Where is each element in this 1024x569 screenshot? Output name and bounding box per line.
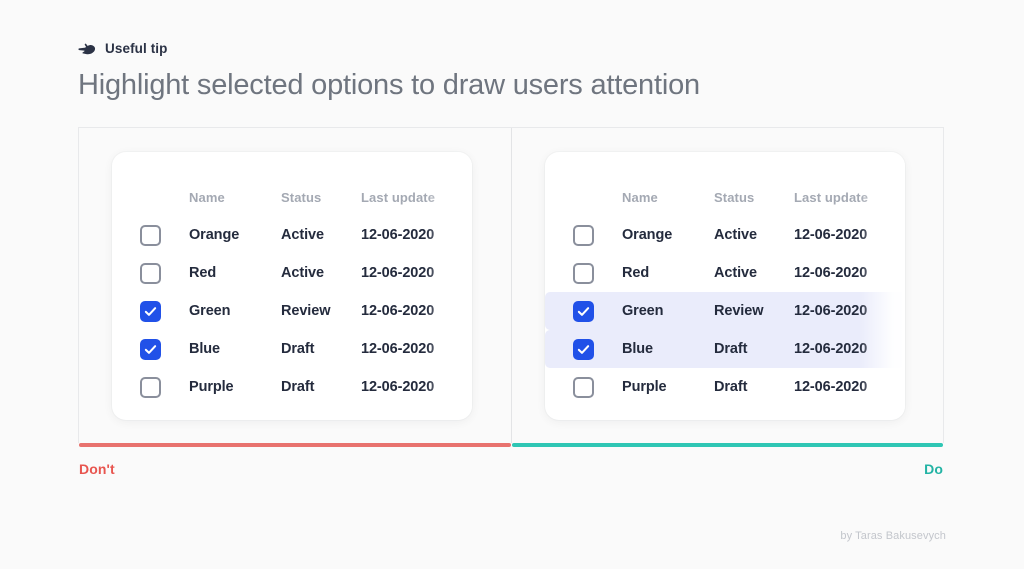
cell-last-update: 12-06-2020 xyxy=(794,379,868,395)
row-checkbox-cell[interactable] xyxy=(573,224,622,246)
table-body-do: Orange Active 12-06-2020 Red Active 12-06-202… xyxy=(545,216,905,406)
cell-last-update: 12-06-2020 xyxy=(361,227,435,243)
pointing-hand-icon xyxy=(78,41,96,57)
do-caption: Do xyxy=(924,461,943,477)
cell-status: Active xyxy=(714,227,757,243)
options-table-dont: Name Status Last update Orange Active 12-0… xyxy=(112,152,472,406)
table-row[interactable]: Purple Draft 12-06-2020 xyxy=(112,368,472,406)
cell-status: Review xyxy=(281,303,331,319)
row-checkbox-cell[interactable] xyxy=(140,262,189,284)
cell-name: Blue xyxy=(189,341,221,357)
dont-caption: Don't xyxy=(79,461,115,477)
cell-status: Draft xyxy=(281,379,315,395)
column-header-status: Status xyxy=(281,189,322,205)
cell-last-update: 12-06-2020 xyxy=(794,227,868,243)
panel-do: Name Status Last update Orange Active 12-0… xyxy=(511,128,943,477)
row-checkbox-cell[interactable] xyxy=(573,300,622,322)
table-row[interactable]: Blue Draft 12-06-2020 xyxy=(545,330,905,368)
table-row[interactable]: Green Review 12-06-2020 xyxy=(112,292,472,330)
cell-name: Green xyxy=(189,303,231,319)
author-credit: by Taras Bakusevych xyxy=(840,530,946,542)
checkbox-unchecked[interactable] xyxy=(573,224,594,246)
cell-status: Draft xyxy=(714,379,748,395)
cell-status: Active xyxy=(281,265,324,281)
row-checkbox-cell[interactable] xyxy=(140,338,189,360)
cell-name: Purple xyxy=(189,379,234,395)
checkbox-checked[interactable] xyxy=(140,300,161,322)
table-row[interactable]: Red Active 12-06-2020 xyxy=(112,254,472,292)
table-header-row: Name Status Last update xyxy=(112,184,472,210)
dont-accent-bar xyxy=(79,443,511,447)
row-checkbox-cell[interactable] xyxy=(573,338,622,360)
checkbox-unchecked[interactable] xyxy=(140,262,161,284)
cell-status: Review xyxy=(714,303,764,319)
table-row[interactable]: Orange Active 12-06-2020 xyxy=(112,216,472,254)
cell-name: Red xyxy=(622,265,650,281)
column-header-name: Name xyxy=(622,189,658,205)
cell-last-update: 12-06-2020 xyxy=(361,379,435,395)
cell-last-update: 12-06-2020 xyxy=(794,341,868,357)
row-checkbox-cell[interactable] xyxy=(140,300,189,322)
table-body-dont: Orange Active 12-06-2020 Red Active 12-06-202… xyxy=(112,216,472,406)
options-table-do: Name Status Last update Orange Active 12-0… xyxy=(545,152,905,406)
options-card-dont: Name Status Last update Orange Active 12-0… xyxy=(112,152,472,420)
row-checkbox-cell[interactable] xyxy=(140,376,189,398)
tip-badge: Useful tip xyxy=(78,38,958,58)
cell-name: Orange xyxy=(189,227,240,243)
checkbox-checked[interactable] xyxy=(140,338,161,360)
checkbox-checked[interactable] xyxy=(573,300,594,322)
options-card-do: Name Status Last update Orange Active 12-0… xyxy=(545,152,905,420)
column-header-name: Name xyxy=(189,189,225,205)
cell-last-update: 12-06-2020 xyxy=(794,265,868,281)
cell-name: Blue xyxy=(622,341,654,357)
table-row[interactable]: Green Review 12-06-2020 xyxy=(545,292,905,330)
checkbox-checked[interactable] xyxy=(573,338,594,360)
table-header-row: Name Status Last update xyxy=(545,184,905,210)
cell-last-update: 12-06-2020 xyxy=(361,303,435,319)
table-row[interactable]: Orange Active 12-06-2020 xyxy=(545,216,905,254)
panel-dont: Name Status Last update Orange Active 12-0… xyxy=(79,128,511,477)
cell-name: Purple xyxy=(622,379,667,395)
table-row[interactable]: Red Active 12-06-2020 xyxy=(545,254,905,292)
table-row[interactable]: Blue Draft 12-06-2020 xyxy=(112,330,472,368)
comparison-frame: Name Status Last update Orange Active 12-0… xyxy=(78,127,944,477)
page-header: Useful tip Highlight selected options to… xyxy=(78,38,958,102)
cell-last-update: 12-06-2020 xyxy=(794,303,868,319)
checkbox-unchecked[interactable] xyxy=(140,376,161,398)
page-title: Highlight selected options to draw users… xyxy=(78,69,700,101)
table-row[interactable]: Purple Draft 12-06-2020 xyxy=(545,368,905,406)
checkbox-unchecked[interactable] xyxy=(573,262,594,284)
column-header-last-update: Last update xyxy=(794,189,869,205)
column-header-last-update: Last update xyxy=(361,189,436,205)
row-checkbox-cell[interactable] xyxy=(140,224,189,246)
column-header-status: Status xyxy=(714,189,755,205)
do-accent-bar xyxy=(512,443,943,447)
cell-status: Draft xyxy=(714,341,748,357)
row-checkbox-cell[interactable] xyxy=(573,376,622,398)
cell-name: Orange xyxy=(622,227,673,243)
tip-label: Useful tip xyxy=(105,40,168,56)
cell-status: Draft xyxy=(281,341,315,357)
checkbox-unchecked[interactable] xyxy=(573,376,594,398)
cell-name: Green xyxy=(622,303,664,319)
cell-last-update: 12-06-2020 xyxy=(361,265,435,281)
cell-last-update: 12-06-2020 xyxy=(361,341,435,357)
row-checkbox-cell[interactable] xyxy=(573,262,622,284)
cell-name: Red xyxy=(189,265,217,281)
cell-status: Active xyxy=(714,265,757,281)
cell-status: Active xyxy=(281,227,324,243)
checkbox-unchecked[interactable] xyxy=(140,224,161,246)
